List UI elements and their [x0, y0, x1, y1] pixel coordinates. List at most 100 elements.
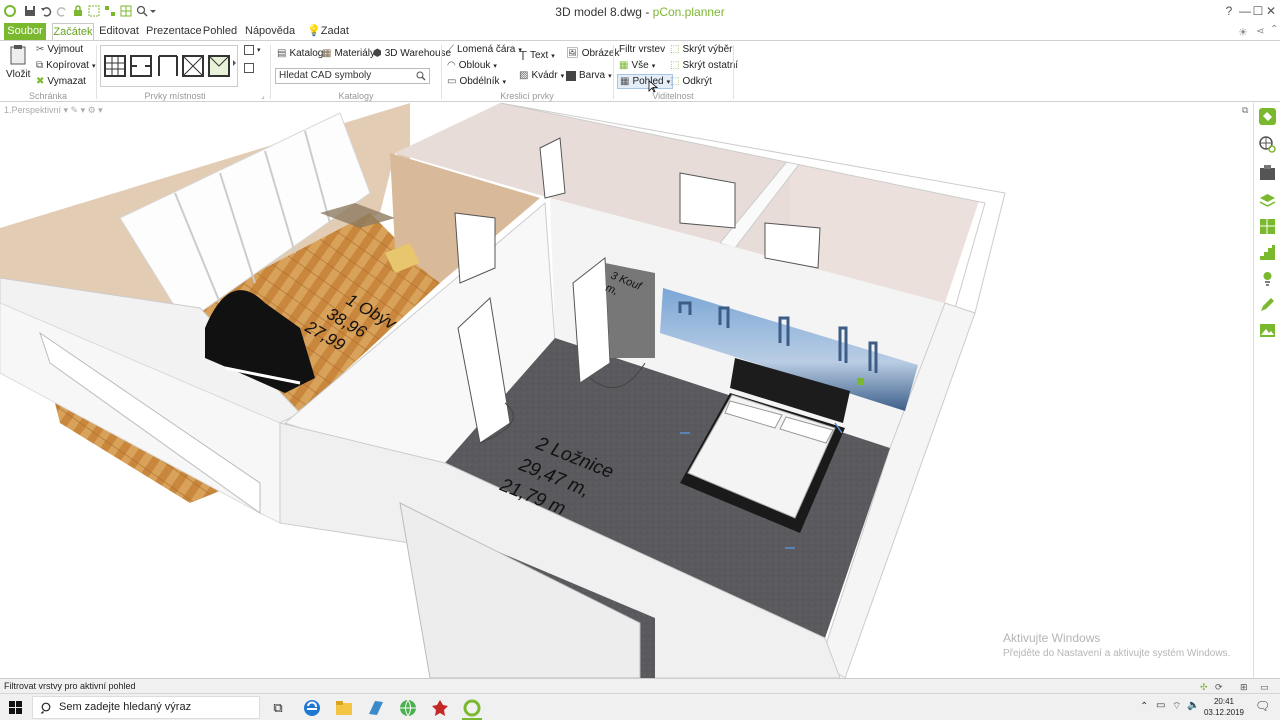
scissors-icon: ✂	[36, 44, 45, 55]
snap-icon[interactable]: ✣	[1200, 680, 1208, 694]
pen-tool-icon[interactable]	[1258, 295, 1277, 314]
hide-selection-button[interactable]: ⬚ Skrýt výběr	[670, 44, 732, 55]
view-name-label[interactable]: 1.Perspektivní ▾ ✎ ▾ ⚙ ▾	[4, 105, 103, 116]
tab-file[interactable]: Soubor	[4, 23, 46, 40]
chevron-down-icon: ▾	[551, 52, 555, 60]
expand-group-icon[interactable]: ⌟	[261, 91, 265, 100]
image-panel-icon[interactable]	[1258, 321, 1277, 340]
task-view-icon[interactable]: ⧉	[268, 698, 288, 718]
color-swatch-icon	[566, 70, 576, 81]
layer-filter-label: Filtr vrstev	[619, 44, 666, 55]
chevron-down-icon: ▾	[560, 72, 565, 80]
hide-others-button[interactable]: ⬚ Skrýt ostatní	[670, 60, 738, 71]
selection-marker	[857, 378, 864, 385]
reveal-button[interactable]: ⬚ Odkrýt	[670, 76, 712, 87]
chevron-down-icon: ▾	[502, 78, 506, 86]
chevron-down-icon: ▾	[608, 72, 612, 80]
delete-icon: ✖	[36, 76, 45, 87]
edge-browser-icon[interactable]	[302, 698, 322, 718]
wifi-icon[interactable]: ⌔	[1172, 700, 1181, 713]
separator	[733, 45, 734, 99]
3d-viewport[interactable]: 1 Obýv 38,96 27,99 2 Ložnice 29,47 m, 21…	[0, 103, 1253, 678]
archive-icon[interactable]	[1258, 163, 1277, 182]
room-elements-icons	[104, 55, 236, 77]
tab-home[interactable]: Začátek	[52, 23, 94, 40]
maximize-view-icon[interactable]: ⧉	[1242, 105, 1248, 116]
search-icon[interactable]	[416, 71, 426, 81]
tab-command[interactable]: 💡Zadat příkaz	[298, 23, 358, 54]
layers-icon: ▦	[619, 60, 629, 71]
all-layers-button[interactable]: ▦ Vše ▾	[619, 60, 655, 71]
warehouse-icon: ⬢	[373, 48, 382, 59]
share-icon[interactable]: ⋖	[1256, 26, 1264, 37]
globe-search-icon[interactable]	[1258, 135, 1277, 154]
pcon-planner-taskbar-icon[interactable]	[462, 698, 482, 718]
collapse-ribbon-icon[interactable]: ⌃	[1270, 24, 1278, 35]
room-tool-2[interactable]	[244, 63, 254, 73]
file-explorer-icon[interactable]	[334, 698, 354, 718]
paste-button[interactable]: Vložit	[6, 44, 30, 80]
view-filter-icon: ▦	[620, 76, 630, 87]
stairs-icon[interactable]	[1258, 243, 1277, 262]
windows-taskbar: Sem zadejte hledaný výraz ⧉ ⌃ ▭ ⌔ 🔈 20:4…	[0, 693, 1280, 720]
rectangle-button[interactable]: ▭ Obdélník ▾	[447, 76, 506, 87]
image-icon: 🖼	[566, 48, 579, 59]
separator	[96, 45, 97, 99]
materials-icon: ▦	[322, 48, 332, 59]
floor-plan-3d-scene[interactable]: 1 Obýv 38,96 27,99 2 Ložnice 29,47 m, 21…	[0, 103, 1253, 678]
notifications-icon[interactable]: 🗨	[1255, 699, 1270, 713]
tab-edit[interactable]: Editovat	[98, 23, 140, 40]
catalog-button[interactable]: ▤ Katalog	[277, 48, 323, 59]
title-bar: 3D model 8.dwg - pCon.planner ? — ☐ ✕	[0, 0, 1280, 22]
warehouse-button[interactable]: ⬢ 3D Warehouse	[373, 48, 451, 59]
taskbar-search-input[interactable]: Sem zadejte hledaný výraz	[32, 696, 260, 719]
group-label-room-elements: Prvky místnosti	[144, 91, 206, 101]
split-view-icon[interactable]: ⊞	[1240, 680, 1248, 694]
copy-button[interactable]: ⧉ Kopírovat ▾	[36, 60, 95, 71]
search-icon	[41, 702, 51, 714]
arc-button[interactable]: ◠ Oblouk ▾	[447, 60, 497, 71]
window-title: 3D model 8.dwg - pCon.planner	[555, 5, 725, 19]
rotate-view-icon[interactable]: ⟳	[1215, 680, 1223, 694]
hide-others-icon: ⬚	[670, 60, 680, 71]
room-tool-dropdown[interactable]: ▾	[244, 45, 261, 55]
mouse-cursor-icon	[648, 80, 658, 93]
layers-panel-icon[interactable]	[1258, 191, 1277, 210]
view-filter-button[interactable]: ▦ Pohled ▾	[617, 74, 674, 89]
cube-button[interactable]: ▨ Kvádr ▾	[519, 70, 564, 81]
fullscreen-icon[interactable]: ▭	[1260, 680, 1269, 694]
volume-icon[interactable]: 🔈	[1187, 700, 1199, 711]
close-button[interactable]: ✕	[1260, 2, 1280, 20]
app-icon-globe[interactable]	[398, 698, 418, 718]
properties-icon[interactable]	[1258, 107, 1277, 126]
materials-button[interactable]: ▦ Materiály	[322, 48, 375, 59]
tab-help[interactable]: Nápověda	[245, 23, 295, 40]
back-door	[539, 137, 566, 199]
room-elements-gallery[interactable]	[100, 45, 238, 87]
tab-view[interactable]: Pohled	[200, 23, 240, 40]
separator	[270, 45, 271, 99]
polyline-button[interactable]: ⟋ Lomená čára ▾	[447, 44, 522, 55]
text-button[interactable]: T Text ▾	[519, 48, 555, 63]
chevron-down-icon: ▾	[493, 62, 497, 70]
tray-network-icon[interactable]: ▭	[1156, 700, 1165, 711]
delete-button[interactable]: ✖ Vymazat	[36, 76, 86, 87]
cut-button[interactable]: ✂ Vyjmout	[36, 44, 83, 55]
app-icon-red[interactable]	[430, 698, 450, 718]
app-icon-blue[interactable]	[366, 698, 386, 718]
sun-icon[interactable]: ☀	[1238, 26, 1248, 39]
taskbar-clock[interactable]: 20:41 03.12.2019	[1204, 696, 1244, 718]
image-button[interactable]: 🖼 Obrázek	[566, 48, 620, 59]
group-label-catalogs: Katalogy	[338, 91, 374, 101]
tray-chevron-icon[interactable]: ⌃	[1140, 701, 1148, 712]
windows-start-icon[interactable]	[9, 701, 22, 714]
cad-symbol-search-input[interactable]: Hledat CAD symboly	[275, 68, 430, 84]
ribbon: Vložit ✂ Vyjmout ⧉ Kopírovat ▾ ✖ Vymazat Sch…	[0, 40, 1280, 102]
group-label-visibility: Viditelnost	[652, 91, 694, 101]
light-icon[interactable]	[1258, 269, 1277, 288]
reveal-icon: ⬚	[670, 76, 680, 87]
tab-present[interactable]: Prezentace	[146, 23, 202, 40]
color-button[interactable]: Barva ▾	[566, 70, 612, 81]
text-icon: T	[519, 48, 527, 63]
materials-panel-icon[interactable]	[1258, 217, 1277, 236]
